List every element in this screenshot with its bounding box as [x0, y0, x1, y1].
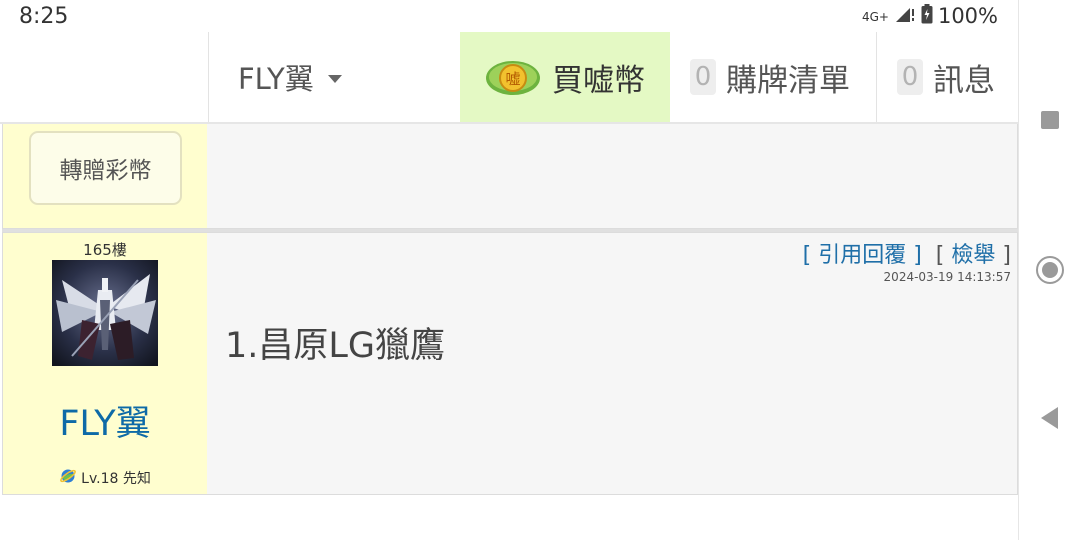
- messages-button[interactable]: 0 訊息: [876, 32, 1018, 122]
- screen: 8:25 4G+ 100% FLY翼 嘘 買嘘幣 0 購牌清單 0 訊息 轉贈彩…: [0, 0, 1080, 540]
- avatar[interactable]: [52, 260, 158, 366]
- user-menu-name: FLY翼: [238, 62, 314, 96]
- network-label: 4G+: [861, 10, 889, 24]
- battery-percentage: 100%: [937, 4, 998, 28]
- purchase-list-label: 購牌清單: [726, 62, 850, 99]
- post-165: 165樓 FLY翼 Lv.18 先知 [引用回覆] [檢舉] 2024-…: [2, 232, 1018, 495]
- quote-reply-bracket-close: ]: [913, 243, 922, 268]
- battery-icon: [921, 4, 933, 28]
- previous-post-content: [207, 124, 1017, 228]
- square-nav-icon[interactable]: [1035, 105, 1065, 135]
- messages-count: 0: [897, 59, 923, 95]
- post-actions: [ 引用回覆 ] [ 檢舉 ]: [803, 237, 1011, 269]
- messages-label: 訊息: [933, 62, 995, 99]
- buy-coins-label: 買嘘幣: [552, 62, 645, 99]
- purchase-list-button[interactable]: 0 購牌清單: [670, 32, 876, 122]
- previous-post-sidebar: 轉贈彩幣: [3, 124, 207, 228]
- signal-icon: [894, 6, 916, 26]
- report-link[interactable]: [ 檢舉 ]: [936, 237, 1011, 269]
- report-label: 檢舉: [951, 243, 996, 268]
- poster-name[interactable]: FLY翼: [3, 395, 207, 446]
- circle-nav-icon[interactable]: [1035, 255, 1065, 285]
- status-right: 4G+ 100%: [862, 4, 998, 28]
- caret-down-icon: [327, 75, 342, 83]
- report-bracket-open: [: [935, 243, 945, 268]
- post-body: 1.昌原LG獵鷹: [225, 326, 446, 366]
- quote-reply-bracket-open: [: [802, 243, 812, 268]
- planet-icon: [59, 467, 77, 489]
- poster-level: Lv.18 先知: [3, 467, 207, 489]
- svg-text:嘘: 嘘: [505, 70, 520, 88]
- quote-reply-link[interactable]: [ 引用回覆 ]: [803, 237, 922, 269]
- report-bracket-close: ]: [1002, 243, 1011, 268]
- navigation-bar: [1018, 0, 1080, 540]
- previous-post-footer: 轉贈彩幣: [2, 124, 1018, 229]
- poster-sidebar: 165樓 FLY翼 Lv.18 先知: [3, 233, 207, 494]
- status-time: 8:25: [19, 4, 69, 29]
- floor-number: 165樓: [83, 241, 127, 259]
- back-nav-icon[interactable]: [1035, 403, 1065, 433]
- post-content-area: [ 引用回覆 ] [ 檢舉 ] 2024-03-19 14:13:57 1.昌原…: [207, 233, 1017, 494]
- user-menu[interactable]: FLY翼: [208, 32, 460, 122]
- top-header: FLY翼 嘘 買嘘幣 0 購牌清單 0 訊息: [0, 32, 1018, 124]
- post-timestamp: 2024-03-19 14:13:57: [883, 270, 1011, 284]
- coin-icon: 嘘: [484, 57, 542, 97]
- purchase-list-count: 0: [690, 59, 716, 95]
- status-bar: 8:25 4G+ 100%: [0, 0, 1018, 32]
- poster-level-text: Lv.18 先知: [81, 471, 151, 487]
- gift-coins-button[interactable]: 轉贈彩幣: [29, 131, 182, 205]
- quote-reply-label: 引用回覆: [818, 243, 907, 268]
- buy-coins-button[interactable]: 嘘 買嘘幣: [460, 32, 670, 122]
